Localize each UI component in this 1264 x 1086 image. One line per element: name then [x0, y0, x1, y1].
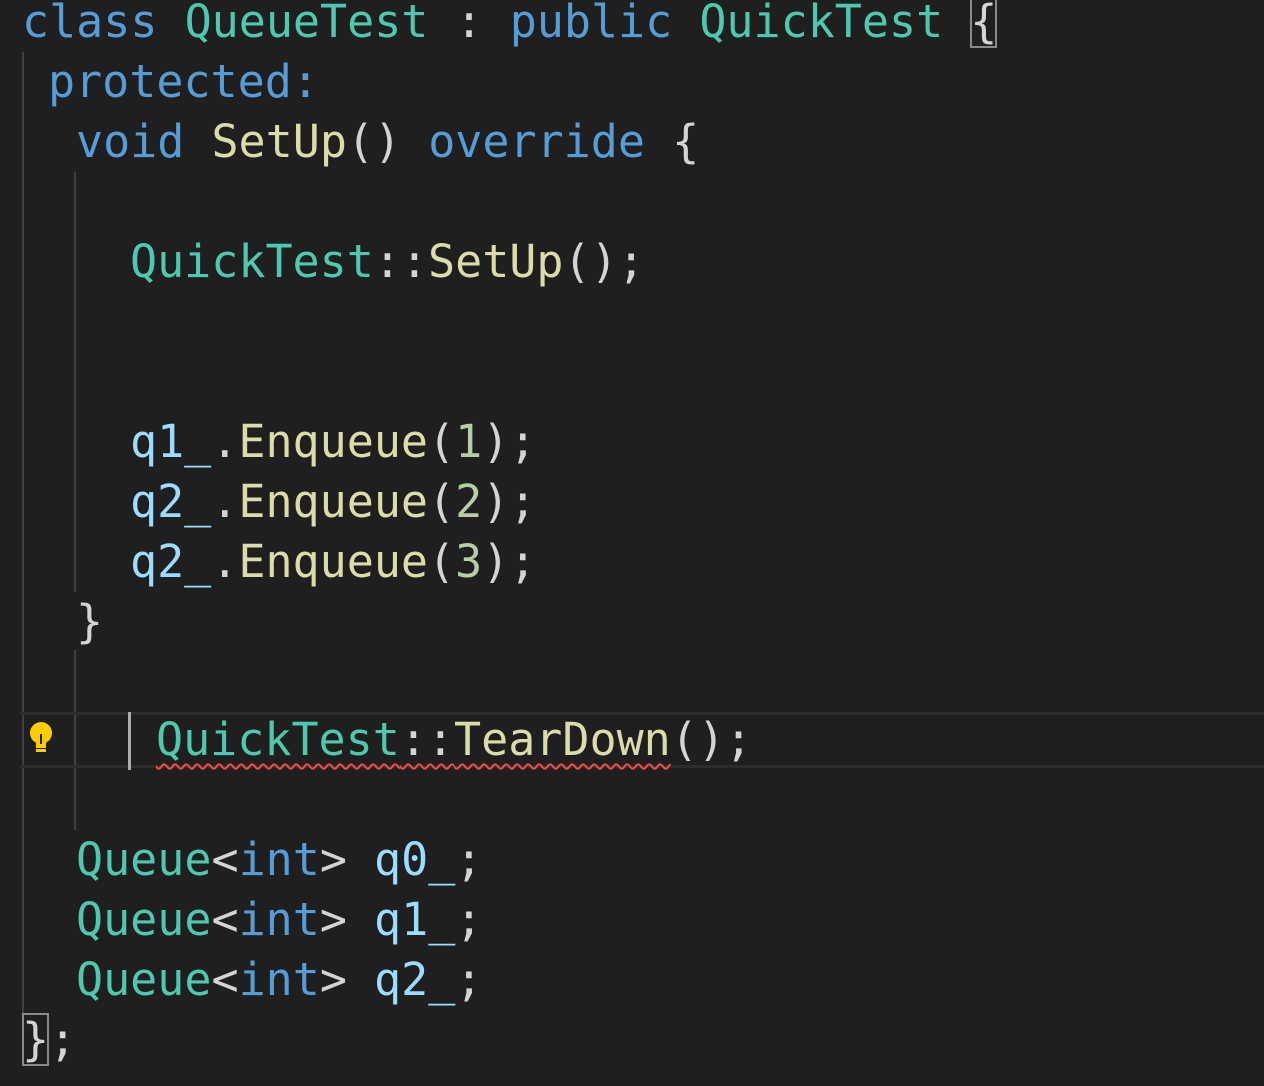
variable-q1: q1_ — [374, 893, 456, 946]
number-literal: 3 — [455, 535, 483, 588]
greater-than: > — [319, 833, 347, 886]
dot: . — [211, 415, 239, 468]
code-editor[interactable]: class QueueTest : public QuickTest { pro… — [0, 0, 1264, 1086]
matched-close-brace: } — [22, 1013, 50, 1066]
number-literal: 1 — [455, 415, 483, 468]
call-tail: (); — [670, 713, 753, 766]
variable-q1: q1_ — [130, 415, 212, 468]
keyword-class: class — [22, 0, 158, 48]
code-line-15[interactable]: Queue<int> q0_; — [76, 830, 482, 890]
type-quicktest: QuickTest — [130, 235, 374, 288]
error-squiggle[interactable]: QuickTest::TearDown — [156, 713, 671, 766]
semicolon: ; — [455, 953, 483, 1006]
keyword-int: int — [238, 833, 320, 886]
type-quicktest: QuickTest — [156, 713, 400, 766]
open-paren: ( — [428, 475, 456, 528]
base-class-name: QuickTest — [699, 0, 944, 48]
type-queue: Queue — [76, 893, 212, 946]
scope-operator: :: — [399, 713, 455, 766]
close-paren: ); — [482, 475, 537, 528]
semicolon: ; — [455, 893, 483, 946]
call-tail: (); — [563, 235, 645, 288]
close-paren: ); — [482, 535, 537, 588]
lightbulb-icon[interactable] — [26, 714, 56, 752]
less-than: < — [211, 893, 239, 946]
dot: . — [211, 535, 239, 588]
code-line-9[interactable]: q2_.Enqueue(2); — [130, 472, 536, 532]
code-line-5[interactable]: QuickTest::SetUp(); — [130, 232, 645, 292]
function-setup-call: SetUp — [428, 235, 564, 288]
greater-than: > — [319, 893, 347, 946]
type-queue: Queue — [76, 833, 212, 886]
keyword-void: void — [76, 115, 185, 168]
code-line-17[interactable]: Queue<int> q2_; — [76, 950, 482, 1010]
function-setup: SetUp — [211, 115, 347, 168]
type-queue: Queue — [76, 953, 212, 1006]
open-paren: ( — [428, 415, 456, 468]
keyword-protected: protected: — [48, 55, 319, 108]
open-brace: { — [672, 115, 700, 168]
variable-q2: q2_ — [130, 475, 212, 528]
variable-q2: q2_ — [374, 953, 456, 1006]
code-line-16[interactable]: Queue<int> q1_; — [76, 890, 482, 950]
code-line-1[interactable]: class QueueTest : public QuickTest { — [22, 0, 998, 52]
less-than: < — [211, 833, 239, 886]
keyword-public: public — [509, 0, 673, 48]
number-literal: 2 — [455, 475, 483, 528]
greater-than: > — [319, 953, 347, 1006]
variable-q0: q0_ — [374, 833, 456, 886]
semicolon: ; — [49, 1013, 77, 1066]
code-line-11[interactable]: } — [76, 592, 103, 652]
code-line-10[interactable]: q2_.Enqueue(3); — [130, 532, 536, 592]
function-enqueue: Enqueue — [238, 475, 429, 528]
code-line-3[interactable]: void SetUp() override { — [76, 112, 699, 172]
parens: () — [346, 115, 402, 168]
colon: : — [428, 0, 510, 48]
close-paren: ); — [482, 415, 537, 468]
open-paren: ( — [428, 535, 456, 588]
matched-open-brace: { — [970, 0, 998, 48]
less-than: < — [211, 953, 239, 1006]
indent-guide-class — [22, 52, 24, 1052]
code-line-2[interactable]: protected: — [48, 52, 319, 112]
keyword-int: int — [238, 893, 320, 946]
variable-q2: q2_ — [130, 535, 212, 588]
dot: . — [211, 475, 239, 528]
code-line-18[interactable]: }; — [22, 1010, 76, 1070]
code-line-13[interactable]: QuickTest::TearDown(); — [156, 710, 752, 770]
semicolon: ; — [455, 833, 483, 886]
function-enqueue: Enqueue — [238, 415, 429, 468]
text-cursor — [128, 712, 131, 770]
keyword-int: int — [238, 953, 320, 1006]
indent-guide-setup — [74, 172, 76, 592]
function-teardown-call: TearDown — [454, 713, 671, 766]
close-brace: } — [76, 595, 104, 648]
function-enqueue: Enqueue — [238, 535, 429, 588]
class-name: QueueTest — [184, 0, 429, 48]
keyword-override: override — [428, 115, 645, 168]
scope-operator: :: — [373, 235, 429, 288]
code-line-8[interactable]: q1_.Enqueue(1); — [130, 412, 536, 472]
